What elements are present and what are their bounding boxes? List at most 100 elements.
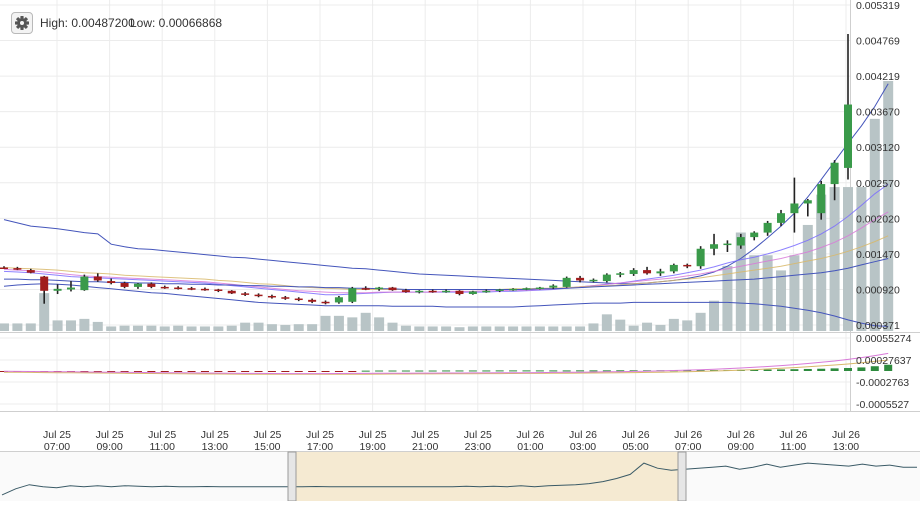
candle bbox=[790, 177, 799, 233]
volume-bar bbox=[615, 319, 626, 331]
candle-body bbox=[669, 264, 678, 272]
macd-hist-bar bbox=[267, 371, 276, 372]
macd-hist-bar bbox=[602, 370, 611, 372]
navigator-handle-grip bbox=[677, 451, 687, 502]
candle bbox=[294, 297, 303, 302]
macd-y-tick-label: -0.0002763 bbox=[856, 377, 909, 389]
candle bbox=[723, 240, 732, 252]
candle-body bbox=[267, 295, 276, 298]
volume-bar bbox=[843, 187, 853, 331]
candle-body bbox=[535, 287, 544, 290]
x-tick-date: Jul 25 bbox=[148, 429, 176, 441]
volume-bar bbox=[293, 324, 304, 331]
x-tick-date: Jul 25 bbox=[253, 429, 281, 441]
candle bbox=[388, 286, 397, 291]
navigator-handle[interactable] bbox=[287, 451, 297, 502]
candle-body bbox=[455, 290, 464, 295]
macd-hist-bar bbox=[803, 368, 812, 371]
volume-bar bbox=[414, 326, 425, 331]
candle bbox=[254, 293, 263, 298]
candle bbox=[763, 220, 772, 236]
candle bbox=[267, 294, 276, 299]
x-tick-date: Jul 26 bbox=[779, 429, 807, 441]
candle-body bbox=[656, 271, 665, 274]
navigator-handle[interactable] bbox=[677, 451, 687, 502]
y-tick-label: 0.003120 bbox=[856, 142, 900, 154]
volume-bar bbox=[682, 320, 693, 331]
candle-body bbox=[643, 270, 652, 274]
candle bbox=[0, 266, 8, 270]
candle-body bbox=[817, 184, 826, 214]
volume-bar bbox=[119, 325, 130, 331]
candle-body bbox=[736, 237, 745, 246]
candle-body bbox=[616, 273, 625, 275]
candle-body bbox=[160, 286, 169, 289]
macd-y-tick-label: 0.00027637 bbox=[856, 355, 912, 367]
x-tick-date: Jul 25 bbox=[43, 429, 71, 441]
candle-body bbox=[602, 274, 611, 282]
y-tick-label: 0.001470 bbox=[856, 249, 900, 261]
macd-hist-bar bbox=[428, 370, 437, 372]
volume-bar bbox=[186, 326, 197, 331]
volume-bar bbox=[253, 322, 264, 331]
candle-body bbox=[321, 301, 330, 304]
candle bbox=[227, 290, 236, 295]
candle-body bbox=[415, 290, 424, 293]
y-tick-label: 0.000371 bbox=[856, 320, 900, 332]
candle-body bbox=[0, 267, 8, 270]
settings-button[interactable] bbox=[11, 12, 33, 34]
macd-hist-bar bbox=[790, 369, 799, 371]
volume-bar bbox=[642, 322, 653, 331]
volume-bar bbox=[762, 255, 773, 331]
macd-hist-bar bbox=[522, 370, 531, 372]
candle-body bbox=[281, 297, 290, 299]
macd-hist-bar bbox=[442, 370, 451, 372]
volume-bar bbox=[561, 326, 572, 331]
macd-hist-bar bbox=[562, 370, 571, 372]
y-tick-label: 0.004219 bbox=[856, 71, 900, 83]
candle bbox=[107, 278, 116, 285]
volume-bar bbox=[722, 265, 733, 331]
candle-body bbox=[629, 270, 638, 274]
candle-body bbox=[294, 298, 303, 301]
macd-hist-bar bbox=[576, 370, 585, 372]
macd-hist-bar bbox=[187, 371, 196, 372]
candle bbox=[80, 274, 89, 291]
x-tick-date: Jul 26 bbox=[832, 429, 860, 441]
volume-bar bbox=[695, 312, 706, 331]
volume-bar bbox=[320, 315, 331, 331]
volume-bar bbox=[829, 187, 840, 331]
candle bbox=[710, 233, 719, 256]
volume-bar bbox=[280, 324, 291, 331]
candle bbox=[375, 286, 384, 291]
macd-hist-bar bbox=[348, 371, 357, 372]
candle-body bbox=[40, 276, 49, 291]
volume-bar bbox=[601, 314, 612, 331]
volume-bar bbox=[776, 270, 787, 331]
chart-root: 0.005319 0.004769 0.004219 0.003670 0.003120… bbox=[0, 0, 920, 502]
volume-bar bbox=[226, 325, 237, 331]
candle bbox=[281, 295, 290, 300]
volume-bar bbox=[25, 323, 36, 331]
high-value-label: High: 0.00487200 bbox=[40, 16, 135, 30]
candle-body bbox=[428, 290, 437, 293]
candle bbox=[348, 286, 357, 304]
macd-hist-bar bbox=[321, 371, 330, 372]
macd-y-tick-label: 0.00055274 bbox=[856, 333, 912, 345]
candle-body bbox=[388, 287, 397, 291]
volume-bar bbox=[240, 322, 251, 331]
candle bbox=[803, 198, 812, 217]
candle-body bbox=[348, 288, 357, 302]
candle bbox=[200, 287, 209, 291]
macd-hist-bar bbox=[415, 370, 424, 372]
volume-bar bbox=[709, 300, 720, 331]
candle bbox=[133, 283, 142, 289]
macd-hist-bar bbox=[361, 370, 370, 372]
candle-body bbox=[844, 104, 852, 168]
macd-hist-bar bbox=[844, 368, 852, 371]
candle bbox=[174, 286, 183, 290]
volume-bar bbox=[333, 315, 344, 331]
candle-body bbox=[66, 287, 75, 290]
volume-bar bbox=[213, 326, 224, 331]
candle-body bbox=[777, 213, 786, 223]
